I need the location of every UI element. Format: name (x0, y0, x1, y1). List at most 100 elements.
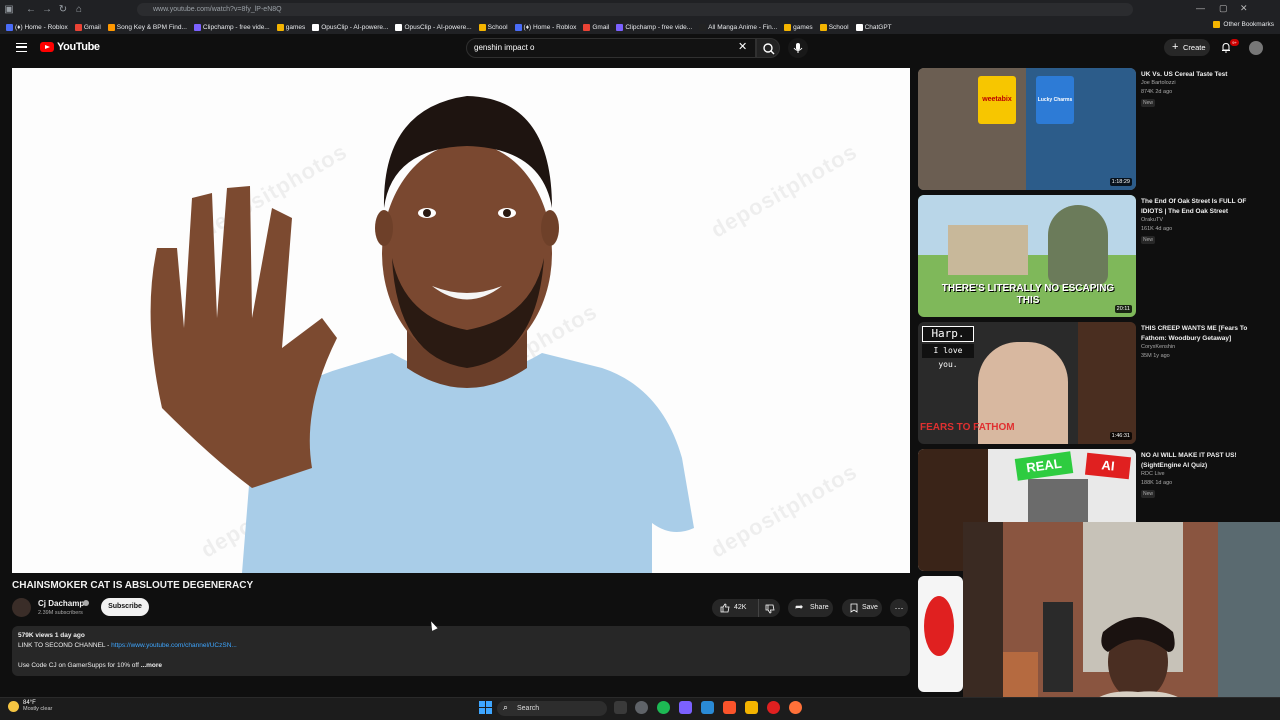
verified-icon (83, 600, 89, 606)
bookmark-favicon-icon (74, 23, 82, 31)
recommended-title[interactable]: NO AI WILL MAKE IT PAST US! (SightEngine… (1141, 451, 1266, 471)
chrome-icon[interactable] (635, 701, 648, 714)
close-window-icon[interactable]: ✕ (1240, 3, 1248, 14)
recommended-channel[interactable]: Joe Bartolozzi (1141, 80, 1176, 86)
forward-icon[interactable]: → (40, 3, 54, 17)
thumbnail-text: weetabix (978, 76, 1016, 124)
bookmark-icon (850, 603, 858, 613)
other-bookmarks-label: Other Bookmarks (1223, 21, 1274, 28)
taskbar-search[interactable]: Search (497, 701, 607, 716)
url-bar[interactable]: www.youtube.com/watch?v=8fy_lP-eN8Q (137, 3, 1133, 16)
new-badge: New (1141, 236, 1156, 244)
bookmark-item[interactable]: OpusClip - AI-powere... (312, 23, 388, 31)
recommended-title[interactable]: UK Vs. US Cereal Taste Test (1141, 70, 1266, 80)
notification-badge: 9+ (1230, 39, 1239, 46)
youtube-logo[interactable]: YouTube (40, 41, 100, 53)
bookmark-favicon-icon (583, 23, 591, 31)
video-thumbnail[interactable] (918, 576, 963, 692)
description-link[interactable]: https://www.youtube.com/channel/UCzSN... (111, 642, 237, 649)
recommended-video[interactable]: THERE'S LITERALLY NO ESCAPING THIS 20:11… (918, 195, 1278, 317)
bookmark-label: games (285, 23, 306, 31)
opera-icon[interactable] (767, 701, 780, 714)
bookmark-item[interactable]: Gmail (583, 23, 609, 31)
recommended-meta: 161K 4d ago (1141, 226, 1173, 232)
bookmark-item[interactable]: (♦) Home - Roblox (6, 23, 68, 31)
recommended-channel[interactable]: CoryxKenshin (1141, 344, 1175, 350)
bookmark-item[interactable]: games (276, 23, 306, 31)
bookmark-item[interactable]: (♦) Home - Roblox (514, 23, 576, 31)
video-thumbnail[interactable]: Harp. I love you. FEARS TO FATHOM 1:46:3… (918, 322, 1136, 444)
recommended-channel[interactable]: RDC Live (1141, 471, 1165, 477)
video-title: CHAINSMOKER CAT IS ABSLOUTE DEGENERACY (12, 580, 254, 591)
bookmark-item[interactable]: School (819, 23, 849, 31)
channel-name[interactable]: Cj Dachamp (38, 599, 84, 608)
bookmark-item[interactable]: Gmail (74, 23, 101, 31)
description-line: Use Code CJ on GamerSupps for 10% off ..… (18, 662, 162, 669)
search-input[interactable]: genshin impact o (466, 38, 756, 58)
voice-search-button[interactable] (788, 38, 808, 58)
bookmark-item[interactable]: games (784, 23, 813, 31)
folder-icon (1213, 21, 1221, 28)
bookmark-favicon-icon (616, 23, 624, 31)
menu-icon[interactable] (16, 43, 27, 52)
youtube-play-icon (40, 42, 54, 52)
video-player[interactable]: depositphotos depositphotos depositphoto… (12, 68, 910, 573)
bookmark-item[interactable]: Clipchamp - free vide... (193, 23, 270, 31)
bookmark-favicon-icon (276, 23, 284, 31)
subscriber-count: 2.39M subscribers (38, 610, 83, 616)
sidebar-toggle-icon[interactable]: ▣ (2, 3, 16, 17)
bookmark-item[interactable]: ChatGPT (855, 23, 892, 31)
create-button[interactable]: Create (1164, 39, 1210, 56)
task-view-icon[interactable] (614, 701, 627, 714)
weather-widget[interactable]: 84°F Mostly clear (8, 700, 52, 712)
share-button[interactable]: ➦ Share (788, 599, 833, 617)
clear-search-icon[interactable]: ✕ (738, 40, 747, 53)
save-label: Save (862, 604, 878, 611)
more-actions-icon[interactable]: ⋯ (890, 599, 908, 617)
like-button[interactable]: 42K (712, 599, 758, 617)
bookmark-item[interactable]: Clipchamp - free vide... (616, 23, 692, 31)
maximize-icon[interactable]: ▢ (1219, 3, 1228, 14)
reload-icon[interactable]: ↻ (56, 3, 70, 17)
bookmarks-bar: (♦) Home - Roblox Gmail Song Key & BPM Fin… (0, 20, 1280, 34)
app-icon[interactable] (679, 701, 692, 714)
bookmark-item[interactable]: OpusClip - AI-powere... (395, 23, 472, 31)
recommended-video[interactable]: Harp. I love you. FEARS TO FATHOM 1:46:3… (918, 322, 1278, 444)
description-text: LINK TO SECOND CHANNEL - (18, 642, 112, 649)
video-thumbnail[interactable]: weetabix Lucky Charms 1:18:29 (918, 68, 1136, 190)
save-button[interactable]: Save (842, 599, 882, 617)
bookmark-favicon-icon (395, 23, 403, 31)
thumbnail-text: I love you. (922, 344, 974, 369)
firefox-icon[interactable] (789, 701, 802, 714)
search-button[interactable] (756, 38, 780, 58)
url-text: www.youtube.com/watch?v=8fy_lP-eN8Q (153, 6, 282, 13)
microphone-icon (793, 43, 803, 53)
thumbnail-text: AI (1084, 452, 1132, 480)
subscribe-button[interactable]: Subscribe (101, 598, 149, 616)
channel-avatar[interactable] (12, 598, 31, 617)
bookmark-favicon-icon (478, 23, 486, 31)
recommended-video[interactable]: weetabix Lucky Charms 1:18:29 UK Vs. US … (918, 68, 1278, 190)
show-more-link[interactable]: ...more (141, 662, 162, 669)
bookmark-item[interactable]: All Manga Anime - Fin... (699, 23, 777, 31)
recommended-title[interactable]: The End Of Oak Street Is FULL OF IDIOTS … (1141, 197, 1266, 217)
recommended-title[interactable]: THIS CREEP WANTS ME [Fears To Fathom: Wo… (1141, 324, 1266, 344)
store-icon[interactable] (701, 701, 714, 714)
spotify-icon[interactable] (657, 701, 670, 714)
bookmark-item[interactable]: School (478, 23, 508, 31)
bookmark-favicon-icon (193, 23, 201, 31)
home-icon[interactable]: ⌂ (72, 3, 86, 17)
thumbs-down-icon (765, 604, 775, 614)
dislike-button[interactable] (758, 599, 780, 617)
app-icon[interactable] (745, 701, 758, 714)
account-avatar[interactable] (1249, 41, 1263, 55)
video-thumbnail[interactable]: THERE'S LITERALLY NO ESCAPING THIS 20:11 (918, 195, 1136, 317)
bookmark-item[interactable]: Song Key & BPM Find... (107, 23, 187, 31)
minimize-icon[interactable]: — (1196, 3, 1205, 13)
recommended-channel[interactable]: OrakuTV (1141, 217, 1163, 223)
other-bookmarks[interactable]: Other Bookmarks (1213, 21, 1274, 28)
back-icon[interactable]: ← (24, 3, 38, 17)
bookmark-label: School (828, 23, 849, 31)
brave-icon[interactable] (723, 701, 736, 714)
windows-start-icon[interactable] (479, 701, 492, 714)
